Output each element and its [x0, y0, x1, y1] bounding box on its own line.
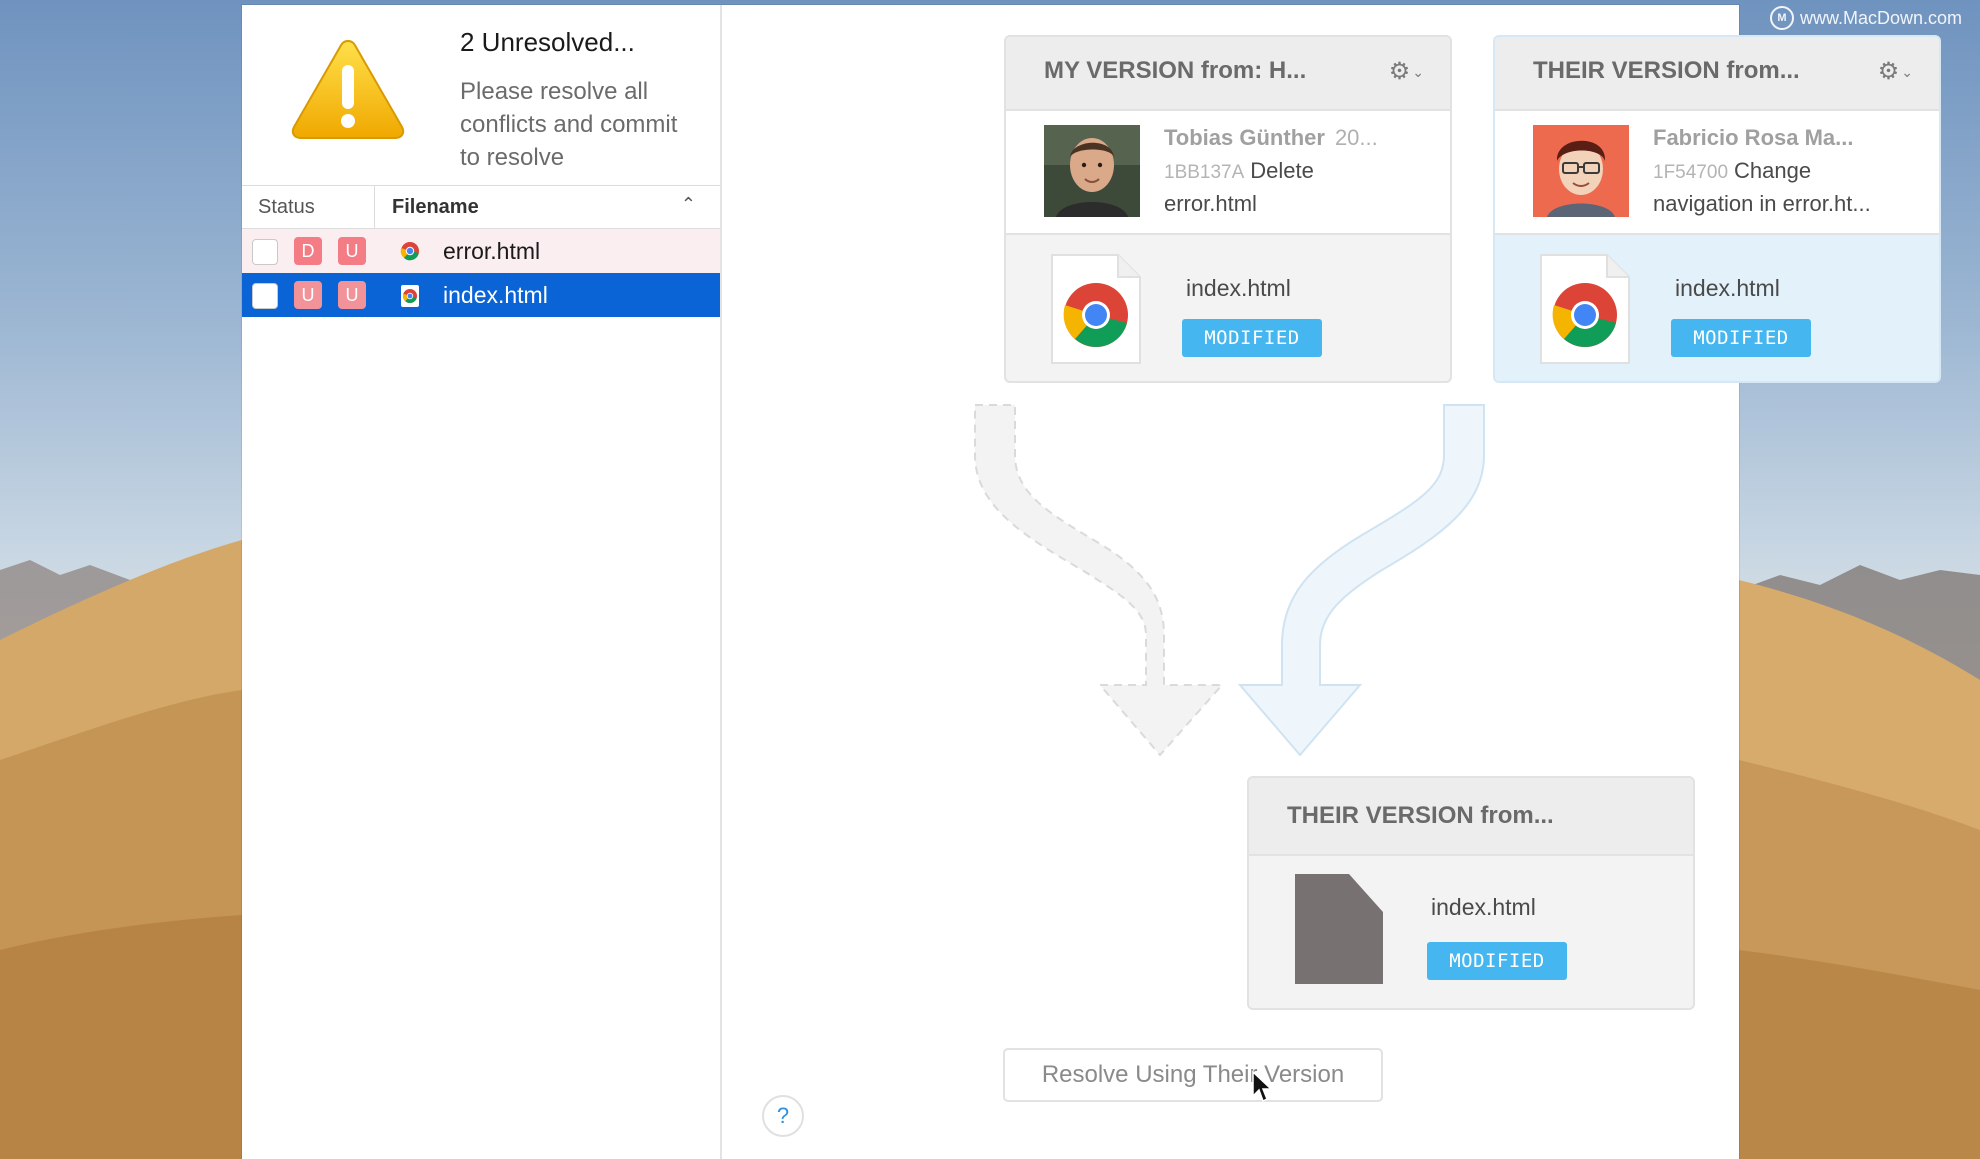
their-version-commit: Fabricio Rosa Ma... 1F54700 Change naviga…	[1495, 111, 1939, 235]
modified-badge: MODIFIED	[1671, 319, 1811, 357]
modified-badge: MODIFIED	[1427, 942, 1567, 980]
chrome-document-icon	[1051, 254, 1141, 364]
commit-hash: 1BB137A	[1164, 162, 1245, 183]
watermark-logo-icon: M	[1769, 6, 1794, 30]
filename-column-header[interactable]: Filename	[392, 196, 479, 219]
merge-conflict-window: 2 Unresolved... Please resolve all confl…	[242, 5, 1941, 1159]
watermark-text: www.MacDown.com	[1799, 7, 1962, 28]
status-badge: D	[294, 237, 322, 265]
modified-badge: MODIFIED	[1182, 319, 1322, 357]
my-version-header: MY VERSION from: H... ⚙ ⌄	[1006, 37, 1450, 111]
gear-icon[interactable]: ⚙ ⌄	[1878, 57, 1913, 86]
file-row-error-html[interactable]: D U error.html	[242, 229, 720, 273]
result-file-name: index.html	[1431, 894, 1536, 920]
file-name: index.html	[443, 282, 548, 308]
mouse-cursor-icon	[1252, 1070, 1273, 1103]
watermark: M www.MacDown.com	[1769, 6, 1962, 30]
version-file-name: index.html	[1675, 275, 1780, 301]
chrome-document-icon	[1540, 254, 1630, 364]
merge-arrows	[974, 404, 1485, 757]
result-card: THEIR VERSION from... index.html MODIFIE…	[1247, 776, 1695, 1010]
resolve-using-their-version-button[interactable]: Resolve Using Their Version	[1003, 1048, 1383, 1102]
result-file: index.html MODIFIED	[1249, 856, 1693, 1008]
help-button[interactable]: ?	[762, 1095, 804, 1137]
result-title: THEIR VERSION from...	[1287, 802, 1554, 829]
gear-icon[interactable]: ⚙ ⌄	[1389, 57, 1424, 86]
file-list-header: Status Filename ⌃	[242, 185, 720, 229]
commit-message: 1BB137A Delete error.html	[1164, 158, 1314, 216]
conflict-resolution-panel: MY VERSION from: H... ⚙ ⌄ Tobias Günther…	[722, 5, 1941, 1159]
their-version-header: THEIR VERSION from... ⚙ ⌄	[1495, 37, 1939, 111]
their-version-card[interactable]: THEIR VERSION from... ⚙ ⌄ Fabricio Rosa …	[1493, 35, 1941, 383]
their-version-title: THEIR VERSION from...	[1533, 57, 1800, 84]
commit-date: 20...	[1334, 125, 1378, 150]
status-badge: U	[294, 281, 322, 309]
status-column-header[interactable]: Status	[258, 196, 315, 219]
document-icon	[1295, 874, 1383, 984]
file-row-index-html[interactable]: U U index.html	[242, 273, 720, 317]
their-version-arrow	[1237, 404, 1485, 757]
their-version-file: index.html MODIFIED	[1495, 235, 1939, 381]
version-file-name: index.html	[1186, 275, 1291, 301]
conflict-sidebar: 2 Unresolved... Please resolve all confl…	[242, 5, 722, 1159]
my-version-file: index.html MODIFIED	[1006, 235, 1450, 381]
commit-author: Fabricio Rosa Ma...	[1653, 125, 1854, 150]
commit-message: 1F54700 Change navigation in error.ht...	[1653, 158, 1871, 216]
my-version-arrow	[974, 404, 1225, 757]
alert-title: 2 Unresolved...	[460, 27, 635, 57]
my-version-title: MY VERSION from: H...	[1044, 57, 1307, 84]
file-name: error.html	[443, 238, 541, 264]
chrome-file-icon	[400, 242, 419, 261]
unresolved-alert: 2 Unresolved... Please resolve all confl…	[242, 5, 720, 185]
my-version-commit: Tobias Günther 20... 1BB137A Delete error.…	[1006, 111, 1450, 235]
chrome-file-icon	[401, 285, 419, 307]
result-header: THEIR VERSION from...	[1249, 778, 1693, 856]
avatar	[1044, 125, 1140, 217]
commit-author: Tobias Günther 20...	[1164, 125, 1378, 150]
stage-checkbox[interactable]	[252, 283, 278, 309]
stage-checkbox[interactable]	[252, 239, 278, 265]
commit-hash: 1F54700	[1653, 162, 1729, 183]
sort-ascending-icon[interactable]: ⌃	[681, 194, 696, 215]
my-version-card[interactable]: MY VERSION from: H... ⚙ ⌄ Tobias Günther…	[1004, 35, 1452, 383]
avatar	[1533, 125, 1629, 217]
alert-message: Please resolve all conflicts and commit …	[460, 78, 678, 171]
status-badge: U	[338, 281, 366, 309]
warning-icon	[291, 39, 405, 139]
status-badge: U	[338, 237, 366, 265]
